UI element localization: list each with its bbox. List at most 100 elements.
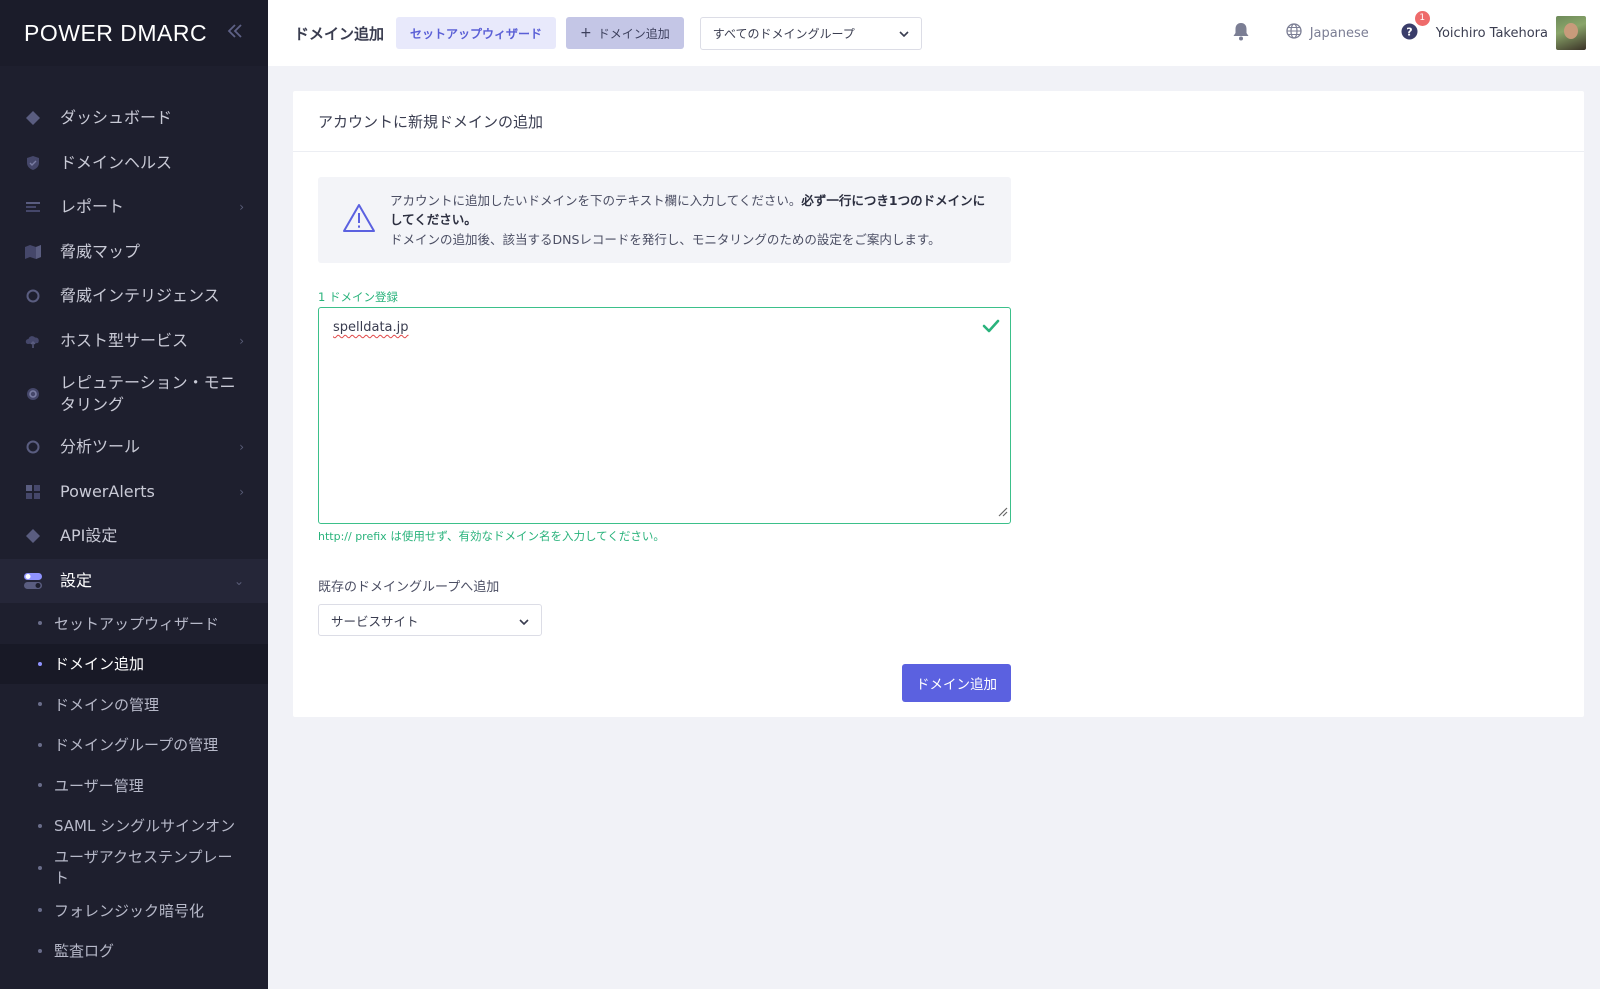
- domain-group-select[interactable]: すべてのドメイングループ: [699, 16, 922, 50]
- chevron-down-icon: [899, 26, 909, 40]
- sidebar-item-label: 設定: [60, 570, 93, 590]
- help-button[interactable]: ? 1: [1401, 10, 1430, 44]
- sidebar-subitem-domain-management[interactable]: ドメインの管理: [0, 684, 268, 725]
- sidebar-subitem-label: SAML シングルサインオン: [54, 817, 236, 836]
- notification-badge: 1: [1414, 10, 1430, 26]
- user-name[interactable]: Yoichiro Takehora: [1436, 26, 1548, 41]
- submit-row: ドメイン追加: [318, 664, 1011, 702]
- bullet-dot: [38, 908, 42, 913]
- card-title: アカウントに新規ドメインの追加: [293, 91, 1584, 152]
- sidebar-subitem-audit-log[interactable]: 監査ログ: [0, 931, 268, 972]
- sidebar-subitem-label: セットアップウィザード: [54, 614, 220, 633]
- bullet-dot: [38, 783, 42, 788]
- bullet-dot: [38, 621, 42, 626]
- add-domain-header-button[interactable]: + ドメイン追加: [566, 17, 684, 49]
- bullet-dot: [38, 948, 42, 953]
- toggle-icon: [24, 572, 42, 590]
- chevron-right-icon: ›: [239, 333, 244, 348]
- chevron-right-icon: ›: [239, 440, 244, 455]
- info-alert: アカウントに追加したいドメインを下のテキスト欄に入力してください。必ず一行につき…: [318, 177, 1011, 263]
- chevron-right-icon: ›: [239, 200, 244, 215]
- sidebar-item-domain-health[interactable]: ドメインヘルス: [0, 141, 268, 186]
- language-selector[interactable]: Japanese: [1286, 23, 1369, 43]
- sidebar-item-label: 脅威マップ: [60, 241, 141, 261]
- hint-text: は使用せず、有効なドメイン名を入力してください。: [386, 529, 665, 543]
- sidebar-subitem-user-management[interactable]: ユーザー管理: [0, 765, 268, 806]
- sidebar-item-analysis-tools[interactable]: 分析ツール ›: [0, 425, 268, 470]
- top-header: ドメイン追加 セットアップウィザード + ドメイン追加 すべてのドメイングループ …: [268, 0, 1600, 66]
- question-icon: ?: [1401, 23, 1418, 39]
- sidebar-subitem-label: ユーザアクセステンプレート: [54, 848, 233, 887]
- hint-prefix: http:// prefix: [318, 530, 387, 543]
- sidebar-item-label: PowerAlerts: [60, 481, 155, 501]
- sidebar-item-threat-intelligence[interactable]: 脅威インテリジェンス: [0, 274, 268, 319]
- domain-textarea[interactable]: spelldata.jp: [318, 307, 1011, 524]
- sidebar-subitem-user-access-template[interactable]: ユーザアクセステンプレート: [0, 846, 268, 890]
- bullet-dot: [38, 866, 42, 870]
- sidebar-subitem-label: ドメイングループの管理: [54, 736, 219, 755]
- sidebar-item-threat-map[interactable]: 脅威マップ: [0, 230, 268, 275]
- warning-icon: [342, 203, 376, 237]
- bullet-dot: [38, 661, 42, 666]
- setup-wizard-button[interactable]: セットアップウィザード: [396, 17, 557, 49]
- globe-icon: [1286, 23, 1302, 43]
- sidebar-subitem-add-domain[interactable]: ドメイン追加: [0, 643, 268, 684]
- alert-text: アカウントに追加したいドメインを下のテキスト欄に入力してください。必ず一行につき…: [390, 191, 989, 250]
- sidebar-item-settings[interactable]: 設定 ⌄: [0, 558, 268, 603]
- sidebar-item-label: ドメインヘルス: [60, 152, 173, 172]
- alert-line1: アカウントに追加したいドメインを下のテキスト欄に入力してください。: [390, 192, 802, 208]
- collapse-sidebar-icon[interactable]: [226, 21, 244, 45]
- diamond-icon: [24, 109, 42, 127]
- bullet-dot: [38, 702, 42, 707]
- chevron-down-icon: [519, 613, 529, 628]
- group-field-label: 既存のドメイングループへ追加: [318, 580, 500, 595]
- bullet-dot: [38, 742, 42, 747]
- sidebar-item-label: レピュテーション・モニタリング: [60, 373, 236, 414]
- sidebar-subitem-saml-sso[interactable]: SAML シングルサインオン: [0, 806, 268, 847]
- diamond-icon: [24, 527, 42, 545]
- sidebar-item-label: ホスト型サービス: [60, 330, 189, 350]
- sidebar-item-label: 脅威インテリジェンス: [60, 286, 220, 306]
- chevron-right-icon: ›: [239, 484, 244, 499]
- chevron-down-icon: ⌄: [233, 573, 244, 588]
- logo-row: POWER DMARC: [0, 0, 268, 66]
- brand-logo[interactable]: POWER DMARC: [24, 20, 207, 47]
- sidebar-item-label: 分析ツール: [60, 437, 141, 457]
- resize-handle-icon[interactable]: [996, 502, 1008, 521]
- sidebar-item-label: ダッシュボード: [60, 108, 173, 128]
- sidebar-item-poweralerts[interactable]: PowerAlerts ›: [0, 470, 268, 515]
- sidebar-item-reputation-monitoring[interactable]: レピュテーション・モニタリング: [0, 363, 268, 425]
- sidebar-subitem-label: ユーザー管理: [54, 776, 144, 795]
- sidebar-subitem-forensic-encryption[interactable]: フォレンジック暗号化: [0, 890, 268, 931]
- bell-icon[interactable]: [1232, 22, 1250, 45]
- ring-icon: [24, 287, 42, 305]
- plus-icon: +: [580, 25, 592, 41]
- sidebar-nav: ダッシュボード ドメインヘルス レポート › 脅威マップ 脅威インテリジェンス …: [0, 66, 268, 971]
- group-dropdown[interactable]: サービスサイト: [318, 604, 542, 636]
- sidebar-subitem-setup-wizard[interactable]: セットアップウィザード: [0, 603, 268, 644]
- avatar[interactable]: [1556, 16, 1586, 50]
- sidebar-subitem-label: 監査ログ: [54, 942, 115, 961]
- sidebar-subitem-label: フォレンジック暗号化: [54, 901, 205, 920]
- add-domain-submit-button[interactable]: ドメイン追加: [902, 664, 1011, 702]
- report-lines-icon: [24, 198, 42, 216]
- sidebar-item-reports[interactable]: レポート ›: [0, 185, 268, 230]
- sidebar-subitem-label: ドメイン追加: [54, 655, 145, 674]
- group-dropdown-value: サービスサイト: [331, 613, 419, 629]
- cloud-upload-icon: [24, 332, 42, 350]
- sidebar-item-label: レポート: [60, 197, 125, 217]
- card-body: アカウントに追加したいドメインを下のテキスト欄に入力してください。必ず一行につき…: [293, 152, 1011, 702]
- grid-icon: [24, 483, 42, 501]
- sidebar: POWER DMARC ダッシュボード ドメインヘルス レポート › 脅威マップ…: [0, 0, 268, 989]
- bullet-dot: [38, 823, 42, 828]
- page-title: ドメイン追加: [294, 24, 385, 43]
- sidebar-item-hosted-services[interactable]: ホスト型サービス ›: [0, 319, 268, 364]
- sidebar-subitem-domain-group-management[interactable]: ドメイングループの管理: [0, 725, 268, 766]
- gear-ring-icon: [24, 385, 42, 403]
- domain-textarea-value: spelldata.jp: [333, 320, 409, 335]
- domain-hint: http:// prefix は使用せず、有効なドメイン名を入力してください。: [318, 528, 1011, 544]
- sidebar-item-api-settings[interactable]: API設定: [0, 514, 268, 559]
- checkmark-icon: [982, 318, 1000, 337]
- shield-check-icon: [24, 154, 42, 172]
- sidebar-item-dashboard[interactable]: ダッシュボード: [0, 96, 268, 141]
